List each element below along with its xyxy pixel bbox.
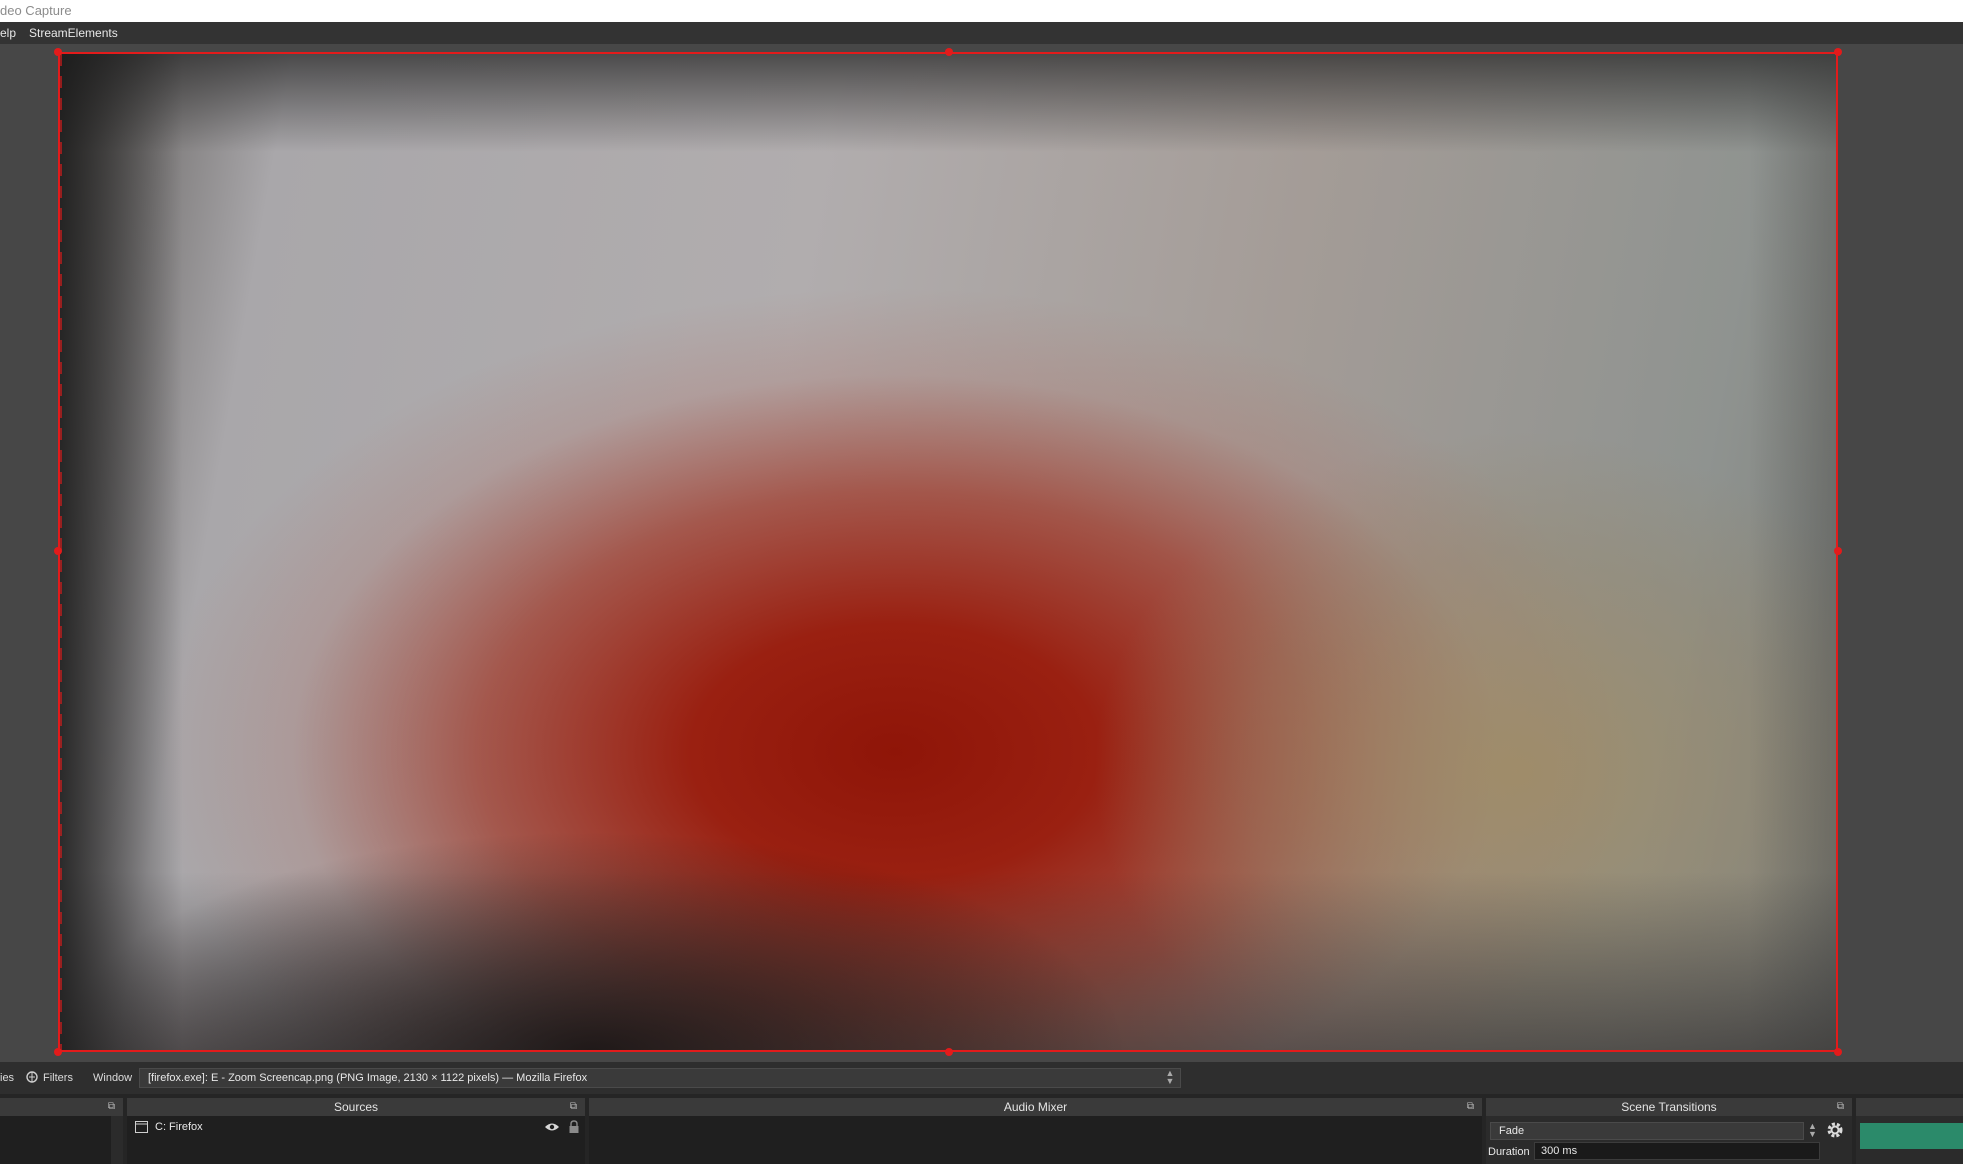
resize-handle-top[interactable] xyxy=(945,48,953,56)
scenes-dock-header xyxy=(0,1098,123,1116)
menu-item-streamelements[interactable]: StreamElements xyxy=(29,22,118,44)
start-streaming-button[interactable] xyxy=(1860,1123,1963,1149)
duration-input[interactable]: 300 ms xyxy=(1534,1142,1820,1160)
popout-icon[interactable]: ⧉ xyxy=(1467,1101,1474,1113)
menu-bar: elp StreamElements xyxy=(0,22,1963,44)
scenes-list[interactable] xyxy=(0,1116,111,1164)
eye-icon[interactable] xyxy=(544,1122,560,1132)
resize-handle-left[interactable] xyxy=(54,547,62,555)
resize-handle-bottom[interactable] xyxy=(945,1048,953,1056)
sources-dock: Sources ⧉ C: Firefox xyxy=(127,1098,585,1164)
spin-arrows-icon[interactable]: ▲ ▼ xyxy=(1808,1122,1817,1139)
resize-handle-bottom-right[interactable] xyxy=(1834,1048,1842,1056)
lock-icon[interactable] xyxy=(568,1120,580,1134)
audio-mixer-dock-title: Audio Mixer xyxy=(589,1098,1482,1116)
properties-button-label[interactable]: ies xyxy=(0,1062,14,1094)
popout-icon[interactable]: ⧉ xyxy=(108,1101,115,1113)
window-icon xyxy=(135,1121,148,1133)
source-label: C: Firefox xyxy=(155,1121,203,1133)
title-bar: deo Capture xyxy=(0,0,1963,22)
audio-mixer-dock: Audio Mixer ⧉ xyxy=(589,1098,1482,1164)
sources-dock-title: Sources xyxy=(127,1098,585,1116)
sources-list[interactable]: C: Firefox xyxy=(127,1116,585,1164)
popout-icon[interactable]: ⧉ xyxy=(570,1101,577,1113)
controls-dock-header xyxy=(1856,1098,1963,1116)
resize-handle-right[interactable] xyxy=(1834,547,1842,555)
popout-icon[interactable]: ⧉ xyxy=(1837,1101,1844,1113)
spin-arrows-icon[interactable]: ▲ ▼ xyxy=(1163,1069,1177,1087)
scene-transitions-dock-title: Scene Transitions xyxy=(1486,1098,1852,1116)
gear-icon[interactable] xyxy=(1826,1121,1844,1139)
source-context-bar: ies Filters Window [firefox.exe]: E - Zo… xyxy=(0,1062,1963,1094)
resize-handle-bottom-left[interactable] xyxy=(54,1048,62,1056)
source-bounding-box[interactable] xyxy=(58,52,1838,1052)
resize-handle-top-right[interactable] xyxy=(1834,48,1842,56)
scenes-dock: ⧉ xyxy=(0,1098,123,1164)
scene-transitions-dock: Scene Transitions ⧉ Fade ▲ ▼ Duration 300… xyxy=(1486,1098,1852,1164)
list-item[interactable]: C: Firefox xyxy=(127,1118,585,1136)
menu-item-help[interactable]: elp xyxy=(0,22,16,44)
audio-mixer-panel xyxy=(589,1116,1482,1164)
filter-icon xyxy=(26,1062,40,1094)
filters-button[interactable]: Filters xyxy=(43,1062,73,1094)
window-label: Window xyxy=(93,1072,133,1084)
dock-area: ⧉ Sources ⧉ C: Firefox Audio Mixer ⧉ Sce… xyxy=(0,1094,1963,1164)
window-title: deo Capture xyxy=(0,3,72,18)
transition-select[interactable]: Fade xyxy=(1490,1122,1804,1140)
window-select[interactable]: [firefox.exe]: E - Zoom Screencap.png (P… xyxy=(139,1068,1181,1088)
duration-label: Duration xyxy=(1488,1146,1530,1158)
resize-handle-top-left[interactable] xyxy=(54,48,62,56)
scene-transitions-panel: Fade ▲ ▼ Duration 300 ms xyxy=(1486,1116,1852,1164)
